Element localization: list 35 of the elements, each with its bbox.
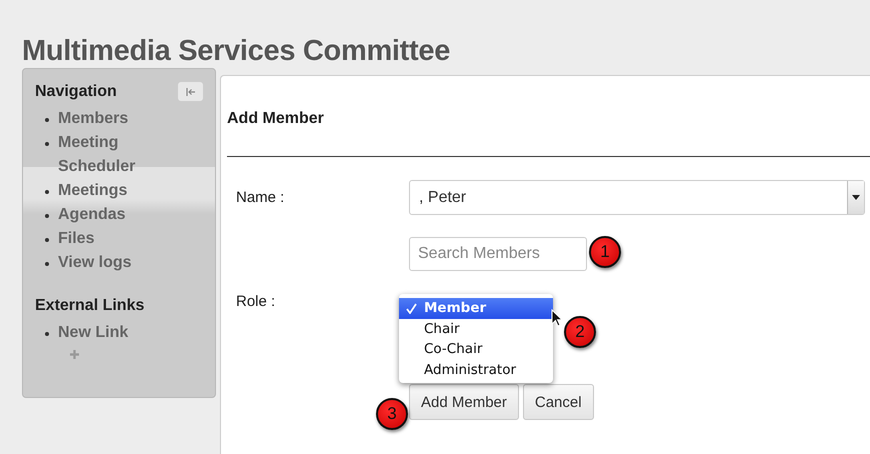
menu-option[interactable]: Co-Chair bbox=[399, 339, 553, 360]
section-heading: External Links bbox=[35, 297, 144, 315]
nav-link[interactable]: Meeting Scheduler bbox=[58, 131, 155, 179]
form-button[interactable]: Cancel bbox=[522, 384, 594, 420]
menu-option[interactable]: Administrator bbox=[399, 360, 553, 380]
field-label: Name : bbox=[235, 189, 284, 206]
search-field[interactable]: Search Members bbox=[409, 237, 587, 271]
caret-icon bbox=[847, 181, 864, 214]
menu-option[interactable]: Member bbox=[399, 298, 553, 318]
name-select[interactable]: , Peter bbox=[409, 180, 865, 215]
page-title: Multimedia Services Committee bbox=[21, 34, 452, 68]
bullet-icon bbox=[45, 238, 49, 242]
step-marker: 3 bbox=[376, 398, 408, 430]
menu-option[interactable]: Chair bbox=[399, 318, 553, 339]
bullet-icon bbox=[45, 262, 49, 266]
nav-link[interactable]: New Link bbox=[58, 321, 128, 345]
bullet-icon bbox=[45, 332, 49, 336]
nav-link[interactable]: Agendas bbox=[58, 203, 126, 227]
add-icon[interactable] bbox=[70, 347, 79, 362]
nav-link[interactable]: Members bbox=[58, 107, 128, 131]
step-marker: 2 bbox=[564, 316, 596, 348]
bullet-icon bbox=[45, 142, 49, 146]
step-marker: 1 bbox=[589, 236, 621, 268]
form-title: Add Member bbox=[227, 110, 324, 128]
bullet-icon bbox=[45, 118, 49, 122]
form-button[interactable]: Add Member bbox=[409, 384, 519, 420]
bullet-icon bbox=[45, 214, 49, 218]
nav-link[interactable]: View logs bbox=[58, 251, 132, 275]
field-label: Role : bbox=[235, 293, 276, 310]
section-heading: Navigation bbox=[35, 83, 117, 101]
bullet-icon bbox=[45, 190, 49, 194]
nav-link[interactable]: Files bbox=[58, 227, 94, 251]
check-icon bbox=[405, 302, 418, 314]
collapse-icon[interactable] bbox=[178, 82, 203, 101]
nav-link[interactable]: Meetings bbox=[58, 179, 128, 203]
